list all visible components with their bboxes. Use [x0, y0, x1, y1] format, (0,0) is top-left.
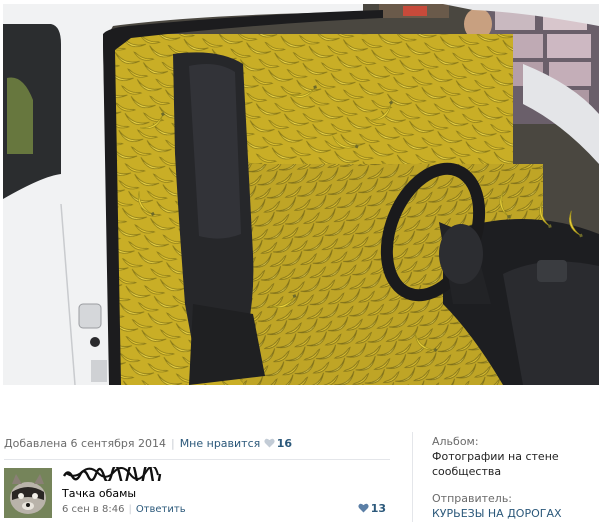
- album-link[interactable]: Фотографии на стене сообщества: [432, 449, 600, 479]
- reply-button[interactable]: Ответить: [136, 504, 186, 515]
- added-date: Добавлена 6 сентября 2014: [4, 437, 166, 450]
- raccoon-avatar-image: [4, 468, 52, 518]
- separator: |: [128, 504, 132, 515]
- photo-info: Альбом: Фотографии на стене сообщества О…: [432, 434, 600, 521]
- comment-footer: 6 сен в 8:46 | Ответить: [62, 504, 186, 515]
- post-photo[interactable]: [3, 4, 599, 385]
- scribble-redaction: [62, 460, 162, 491]
- comment-time: 6 сен в 8:46: [62, 504, 125, 515]
- divider: [4, 459, 390, 460]
- comment-like-count: 13: [370, 502, 386, 515]
- sender-link[interactable]: КУРЬЕЗЫ НА ДОРОГАХ: [432, 506, 600, 521]
- avatar[interactable]: [4, 468, 52, 518]
- comment-text: Тачка обамы: [62, 487, 137, 500]
- comment-like-counter[interactable]: 13: [358, 502, 386, 515]
- heart-icon: [358, 503, 369, 513]
- post-meta: Добавлена 6 сентября 2014 | Мне нравится 1…: [4, 437, 292, 450]
- like-counter[interactable]: 16: [264, 437, 292, 450]
- divider: [412, 432, 413, 522]
- separator: |: [170, 437, 175, 450]
- heart-icon: [264, 438, 275, 448]
- sender-label: Отправитель:: [432, 492, 513, 505]
- like-count: 16: [276, 437, 293, 450]
- album-label: Альбом:: [432, 435, 479, 448]
- bananas-in-car-image: [3, 4, 599, 385]
- comment-author-redacted[interactable]: [62, 460, 162, 491]
- comment: Тачка обамы 6 сен в 8:46 | Ответить 13: [4, 460, 390, 522]
- like-button[interactable]: Мне нравится: [180, 437, 261, 450]
